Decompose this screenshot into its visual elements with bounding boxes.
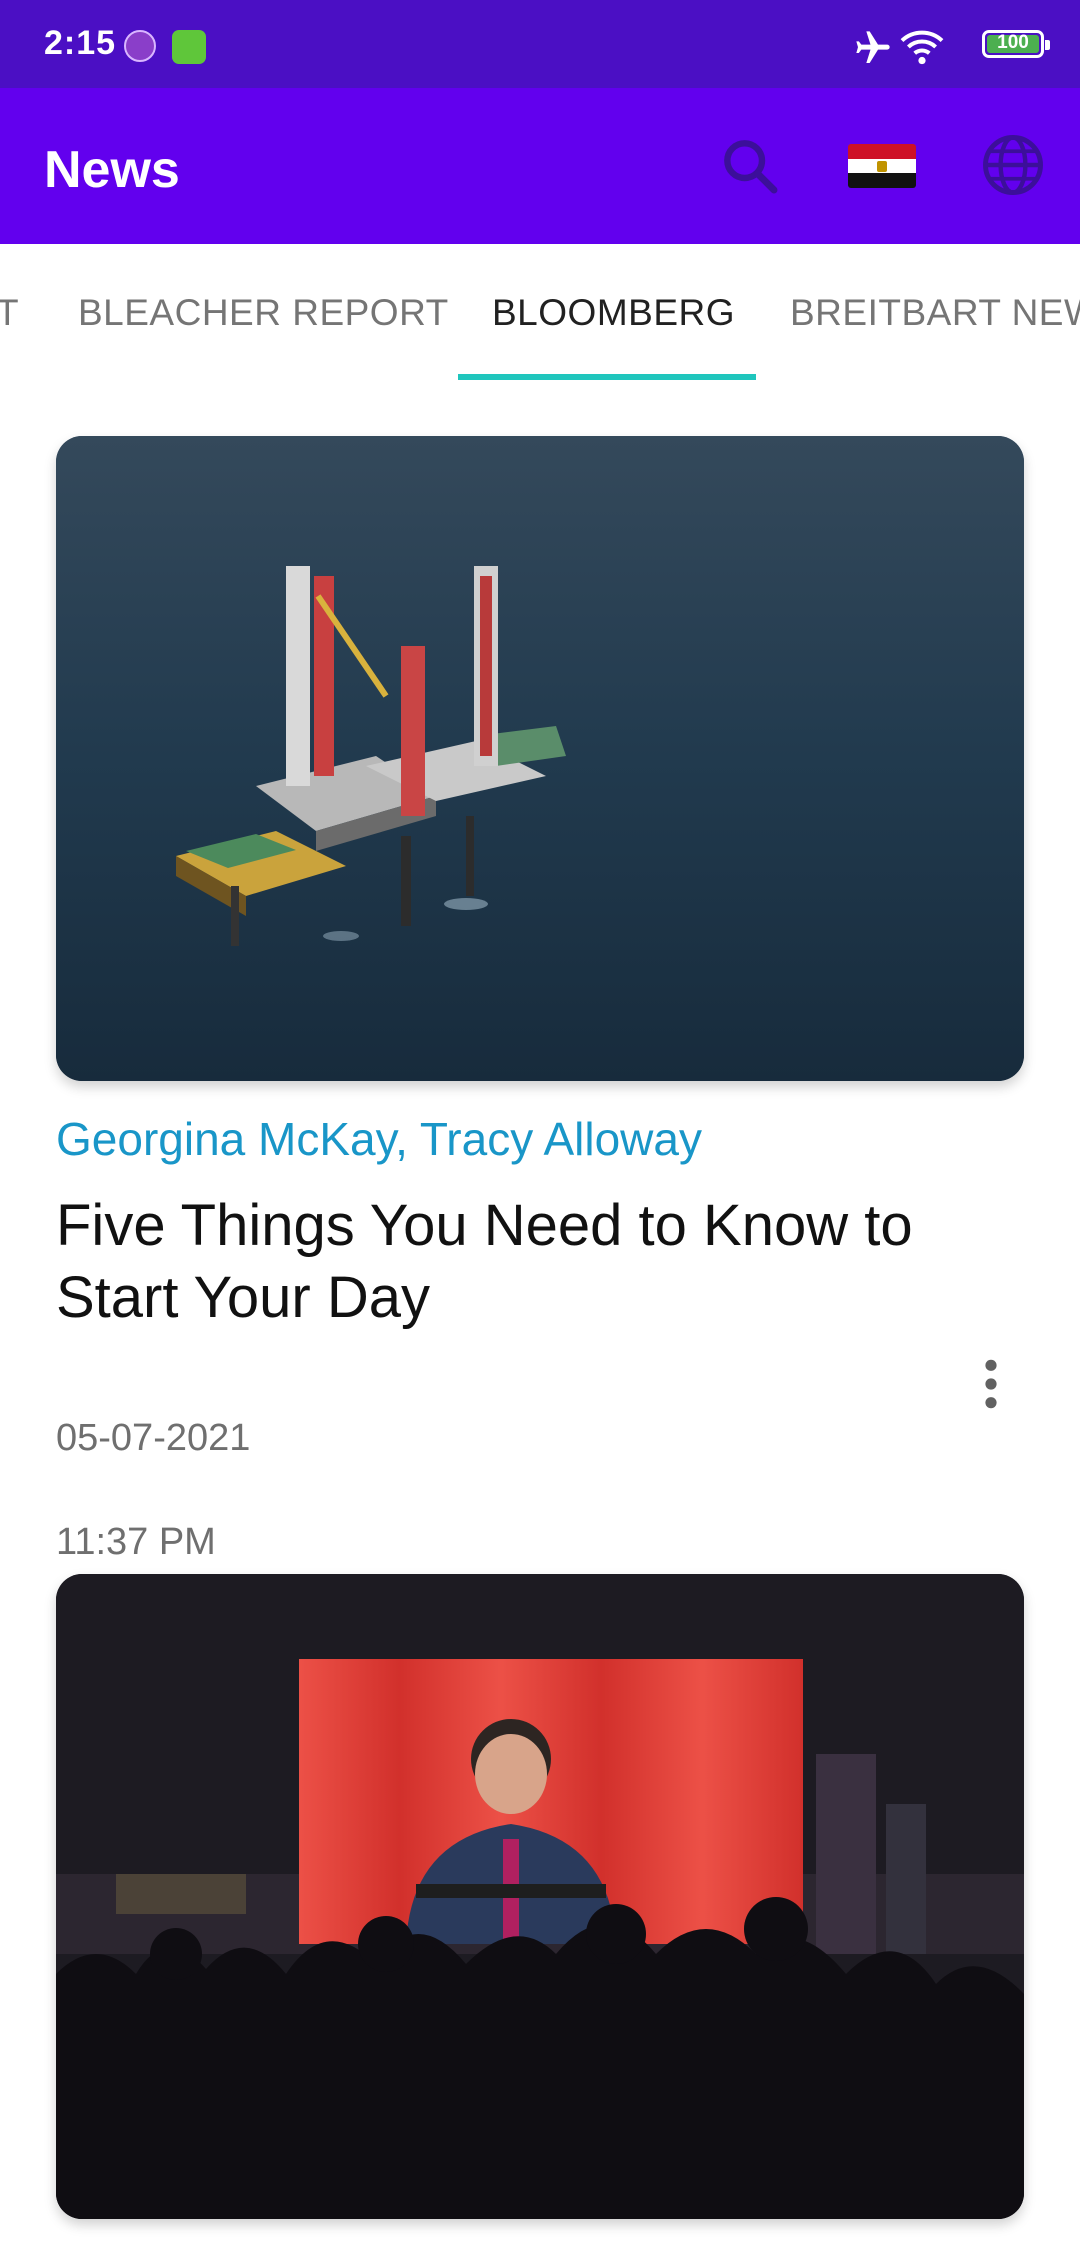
tab-previous[interactable]: T xyxy=(0,292,19,334)
source-tabs: T BLEACHER REPORT BLOOMBERG BREITBART NE… xyxy=(0,244,1080,384)
article-author: Georgina McKay, Tracy Alloway xyxy=(56,1113,702,1165)
globe-icon[interactable] xyxy=(980,132,1046,198)
airplane-icon xyxy=(856,31,890,63)
article-image[interactable] xyxy=(56,436,1024,1081)
tab-breitbart-news[interactable]: BREITBART NEWS xyxy=(790,292,1080,334)
status-time: 2:15 xyxy=(44,24,117,62)
oil-rig-illustration xyxy=(56,436,1024,1081)
article-title[interactable]: Five Things You Need to Know to Start Yo… xyxy=(56,1190,996,1334)
wifi-icon xyxy=(900,30,944,65)
article-date-value: 05-07-2021 xyxy=(56,1417,251,1459)
status-bar: 2:15 100 xyxy=(0,0,1080,88)
tab-indicator xyxy=(458,374,756,380)
more-options-icon[interactable] xyxy=(978,1356,1004,1412)
app-title: News xyxy=(44,141,180,199)
tab-bleacher-report[interactable]: BLEACHER REPORT xyxy=(78,292,449,334)
search-icon[interactable] xyxy=(718,134,782,198)
tab-bloomberg[interactable]: BLOOMBERG xyxy=(492,292,735,334)
country-flag-icon[interactable] xyxy=(848,144,916,188)
android-notification-icon xyxy=(172,30,206,64)
article-image[interactable] xyxy=(56,1574,1024,2219)
battery-icon: 100 xyxy=(982,30,1050,58)
battery-level: 100 xyxy=(997,32,1029,53)
app-notification-icon xyxy=(124,30,156,62)
app-bar: News xyxy=(0,88,1080,244)
article-time-value: 11:37 PM xyxy=(56,1521,216,1563)
crowd-screen-illustration xyxy=(56,1574,1024,2219)
